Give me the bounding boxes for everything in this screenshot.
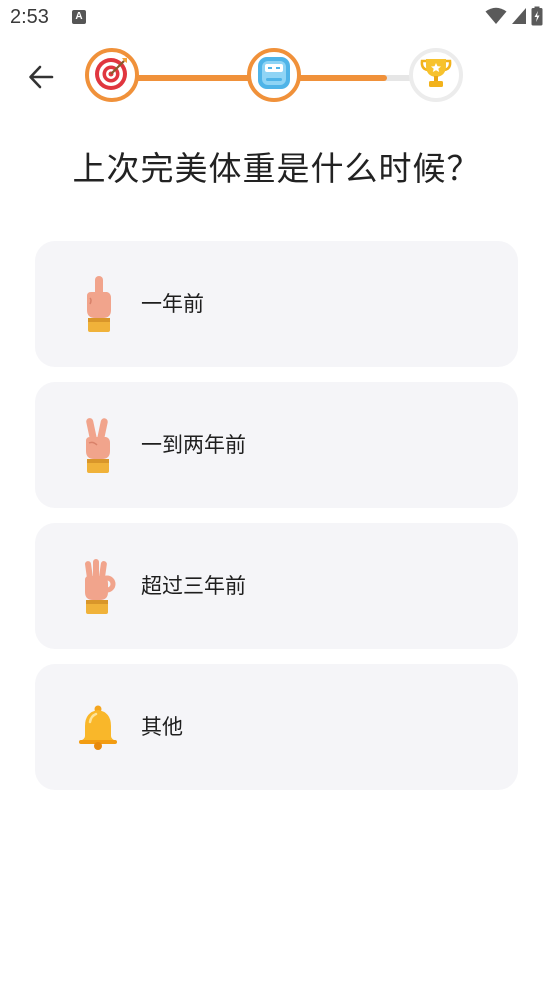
option-label: 一年前 [141,292,204,316]
status-bar: 2:53 A [0,0,553,38]
arrow-left-icon [28,64,54,94]
option-label: 一到两年前 [141,433,246,457]
app-notification-icon: A [72,10,86,24]
trophy-icon [419,56,453,94]
scale-icon [256,55,292,95]
step-reward [409,48,463,102]
option-one-year-ago[interactable]: 一年前 [35,241,518,367]
target-icon [93,54,131,96]
option-more-than-three-years-ago[interactable]: 超过三年前 [35,523,518,649]
page-title: 上次完美体重是什么时候？ [72,149,481,188]
option-list: 一年前 一到两年前 超过三年前 其他 [35,241,518,805]
signal-icon [511,7,527,29]
screen: 2:53 A 上次完美体重是什么时候？ 一年前 一到两年前 超过三年前 其他 [0,0,553,984]
status-icons [485,6,543,30]
option-label: 超过三年前 [141,574,246,598]
victory-hand-icon [75,415,121,475]
bell-icon [75,697,121,757]
wifi-icon [485,7,507,29]
progress-stepper [85,48,469,108]
status-time: 2:53 [10,6,49,28]
option-one-to-two-years-ago[interactable]: 一到两年前 [35,382,518,508]
option-label: 其他 [141,715,183,739]
step-goal [85,48,139,102]
option-other[interactable]: 其他 [35,664,518,790]
ok-hand-icon [75,556,121,616]
back-button[interactable] [22,60,60,98]
step-weight [247,48,301,102]
index-finger-up-icon [75,274,121,334]
battery-charging-icon [531,6,543,30]
